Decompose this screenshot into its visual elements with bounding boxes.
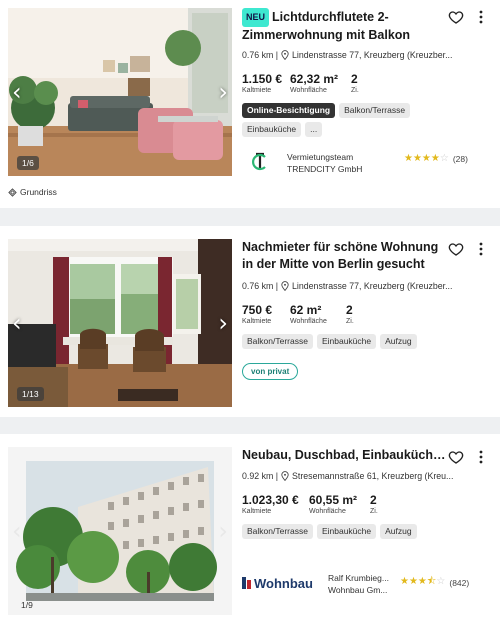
area-value: 60,55 m² (309, 493, 358, 507)
agent-info: Wohnbau Ralf Krumbieg... Wohnbau Gm... ★… (242, 572, 492, 596)
rooms-label: Zi. (370, 508, 378, 515)
tag-online-viewing: Online-Besichtigung (242, 103, 336, 118)
rooms-value: 2 (346, 303, 353, 317)
address: Lindenstrasse 77, Kreuzberg (Kreuzber... (292, 281, 453, 291)
key-facts: 1.023,30 € Kaltmiete 60,55 m² Wohnfläche 2… (242, 493, 492, 515)
feature-tags: Online-Besichtigung Balkon/Terrasse Einb… (242, 103, 442, 137)
trendcity-logo (252, 152, 266, 171)
star-rating-icon: ★★★★☆ (404, 153, 449, 164)
agent-company: Wohnbau Gm... (328, 585, 388, 595)
agent-name: Vermietungsteam (287, 152, 354, 162)
wohnbau-logo: Wohnbau (242, 572, 328, 594)
tag-elevator: Aufzug (380, 524, 417, 539)
feature-tags: Balkon/Terrasse Einbauküche Aufzug (242, 334, 442, 349)
chevron-left-icon[interactable]: ‹ (12, 519, 22, 543)
area-label: Wohnfläche (290, 318, 327, 325)
agent-info: Vermietungsteam TRENDCITY GmbH ★★★★☆ (28… (242, 151, 492, 175)
location-line: 0.92 km | Stresemannstraße 61, Kreuzberg… (242, 471, 462, 481)
chevron-left-icon[interactable]: ‹ (12, 80, 22, 104)
heart-outline-icon[interactable] (448, 241, 464, 257)
more-vertical-icon[interactable] (478, 449, 484, 465)
living-room-photo (8, 8, 232, 176)
map-pin-icon (281, 281, 289, 291)
price-label: Kaltmiete (242, 318, 272, 325)
listing-card[interactable]: ‹ › 1/9 Neubau, Duschbad, Einbauküche, F… (0, 434, 500, 622)
agent-rating: ★★★★☆ (28) (404, 153, 468, 164)
area-label: Wohnfläche (309, 508, 346, 515)
location-line: 0.76 km | Lindenstrasse 77, Kreuzberg (K… (242, 50, 462, 60)
building-exterior-photo (8, 447, 232, 615)
chevron-right-icon[interactable]: › (218, 519, 228, 543)
listing-card[interactable]: ‹ › 1/13 Nachmieter für schöne Wohnung i… (0, 226, 500, 417)
tag-more[interactable]: ... (305, 122, 323, 137)
image-counter: 1/9 (21, 600, 33, 610)
listing-title[interactable]: Nachmieter für schöne Wohnung in der Mit… (242, 239, 452, 273)
tag-balcony: Balkon/Terrasse (242, 334, 313, 349)
wohnbau-logo-text: Wohnbau (254, 575, 313, 591)
price-value: 750 € (242, 303, 273, 317)
address: Stresemannstraße 61, Kreuzberg (Kreu... (292, 471, 454, 481)
image-counter: 1/13 (17, 387, 44, 401)
tag-kitchen: Einbauküche (316, 524, 377, 539)
heart-outline-icon[interactable] (448, 449, 464, 465)
rooms-label: Zi. (346, 318, 354, 325)
rating-count: (842) (449, 577, 470, 588)
price-label: Kaltmiete (242, 87, 272, 94)
more-vertical-icon[interactable] (478, 241, 484, 257)
price-value: 1.023,30 € (242, 493, 299, 507)
apartment-window-photo (8, 239, 232, 407)
area-value: 62 m² (290, 303, 322, 317)
key-facts: 1.150 € Kaltmiete 62,32 m² Wohnfläche 2 Zi. (242, 72, 492, 94)
new-badge: NEU (242, 8, 270, 27)
area-label: Wohnfläche (290, 87, 327, 94)
chevron-right-icon[interactable]: › (218, 311, 228, 335)
chevron-right-icon[interactable]: › (218, 80, 228, 104)
image-counter: 1/6 (17, 156, 39, 170)
agent-rating: ★★★⯪☆ (842) (400, 574, 469, 591)
more-vertical-icon[interactable] (478, 9, 484, 25)
distance: 0.92 km | (242, 471, 279, 481)
key-facts: 750 € Kaltmiete 62 m² Wohnfläche 2 Zi. (242, 303, 492, 325)
tag-elevator: Aufzug (380, 334, 417, 349)
tag-balcony: Balkon/Terrasse (242, 524, 313, 539)
price-value: 1.150 € (242, 72, 283, 86)
feature-tags: Balkon/Terrasse Einbauküche Aufzug (242, 524, 442, 539)
listing-title[interactable]: NEU Lichtdurchflutete 2-Zimmerwohnung mit… (242, 8, 452, 42)
listing-photo[interactable]: ‹ › 1/13 (8, 239, 232, 407)
star-rating-icon: ★★★⯪☆ (400, 576, 446, 587)
private-seller-badge: von privat (242, 363, 299, 380)
wohnbau-logo-mark (242, 577, 251, 589)
rooms-value: 2 (351, 72, 358, 86)
floorplan-link[interactable]: Grundriss (8, 187, 57, 197)
tag-balcony: Balkon/Terrasse (339, 103, 411, 118)
distance: 0.76 km | (242, 281, 279, 291)
agent-name: Ralf Krumbieg... (328, 573, 389, 583)
rooms-value: 2 (370, 493, 377, 507)
listing-photo[interactable]: ‹ › 1/9 (8, 447, 232, 615)
location-line: 0.76 km | Lindenstrasse 77, Kreuzberg (K… (242, 281, 462, 291)
tag-kitchen: Einbauküche (242, 122, 302, 137)
tag-kitchen: Einbauküche (316, 334, 377, 349)
floorplan-label: Grundriss (20, 187, 57, 197)
floorplan-icon (8, 187, 17, 197)
listing-photo[interactable]: ‹ › 1/6 (8, 8, 232, 176)
heart-outline-icon[interactable] (448, 9, 464, 25)
address: Lindenstrasse 77, Kreuzberg (Kreuzber... (292, 50, 453, 60)
listing-card[interactable]: ‹ › 1/6 NEU Lichtdurchflutete 2-Zimmerwoh… (0, 0, 500, 208)
price-label: Kaltmiete (242, 508, 272, 515)
listing-title[interactable]: Neubau, Duschbad, Einbauküche, Fuß... (242, 447, 452, 464)
rating-count: (28) (452, 153, 468, 164)
map-pin-icon (281, 471, 289, 481)
agent-company: TRENDCITY GmbH (287, 164, 363, 174)
map-pin-icon (281, 50, 289, 60)
area-value: 62,32 m² (290, 72, 339, 86)
rooms-label: Zi. (351, 87, 359, 94)
distance: 0.76 km | (242, 50, 279, 60)
chevron-left-icon[interactable]: ‹ (12, 311, 22, 335)
